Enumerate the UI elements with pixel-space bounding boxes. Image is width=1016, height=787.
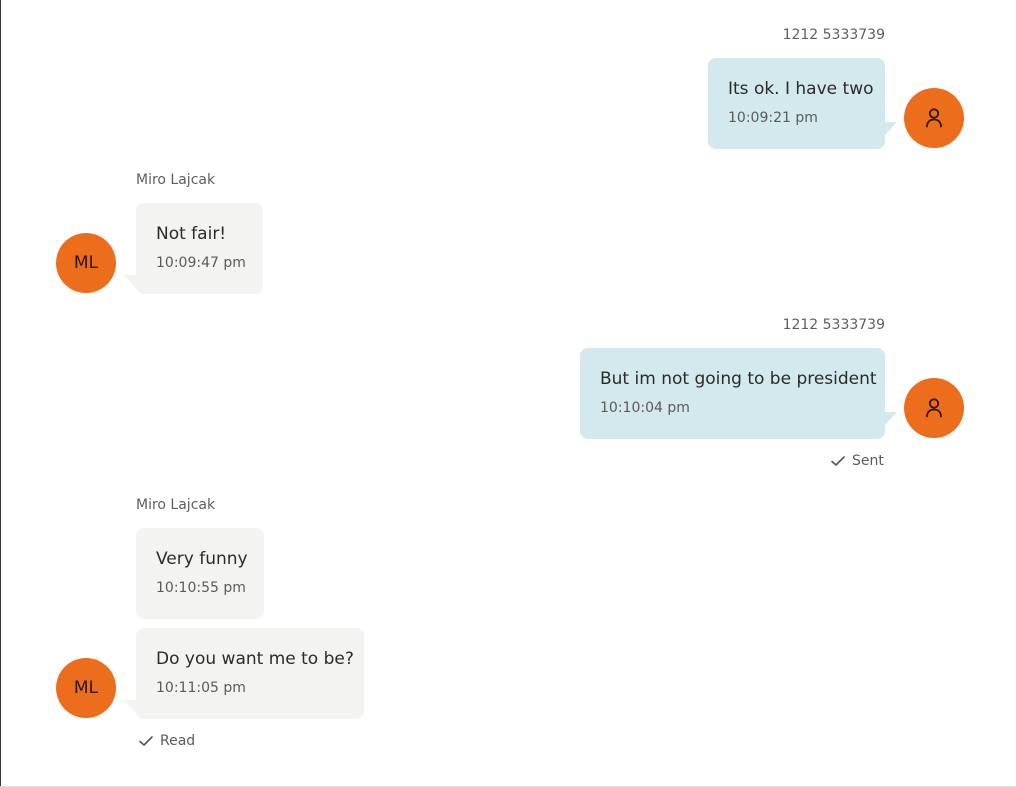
bubble-tail: [124, 700, 136, 713]
message-bubble-outgoing[interactable]: Its ok. I have two 10:09:21 pm: [708, 58, 885, 149]
sender-name: 1212 5333739: [782, 27, 885, 43]
message-bubble-outgoing[interactable]: But im not going to be president 10:10:0…: [580, 348, 885, 439]
user-icon: [926, 108, 942, 128]
bubble-tail: [885, 122, 897, 135]
avatar[interactable]: ML: [56, 658, 116, 718]
avatar[interactable]: [904, 88, 964, 148]
delivery-status: Read: [138, 732, 195, 750]
avatar-initials: ML: [73, 678, 99, 698]
message-timestamp: 10:10:55 pm: [156, 580, 246, 596]
message-text: Not fair!: [156, 224, 227, 244]
checkmark-icon: [831, 456, 845, 466]
chat-thread: 1212 5333739 Its ok. I have two 10:09:21…: [0, 0, 1016, 787]
user-icon: [926, 398, 942, 418]
message-bubble-incoming[interactable]: Very funny 10:10:55 pm: [136, 528, 264, 619]
sender-name: 1212 5333739: [782, 317, 885, 333]
bubble-tail: [124, 275, 136, 288]
message-text: Do you want me to be?: [156, 649, 354, 669]
message-timestamp: 10:09:21 pm: [728, 110, 818, 126]
checkmark-icon: [139, 736, 153, 746]
avatar-initials: ML: [73, 253, 99, 273]
avatar[interactable]: ML: [56, 233, 116, 293]
sender-name: Miro Lajcak: [136, 172, 216, 188]
message-timestamp: 10:10:04 pm: [600, 400, 690, 416]
message-bubble-incoming[interactable]: Not fair! 10:09:47 pm: [136, 203, 263, 294]
bubble-tail: [885, 412, 897, 425]
sender-name: Miro Lajcak: [136, 497, 216, 513]
avatar[interactable]: [904, 378, 964, 438]
delivery-status: Sent: [830, 452, 884, 470]
status-label: Sent: [852, 453, 884, 469]
message-bubble-incoming[interactable]: Do you want me to be? 10:11:05 pm: [136, 628, 364, 719]
status-label: Read: [160, 733, 196, 749]
message-text: Very funny: [156, 549, 248, 569]
message-timestamp: 10:11:05 pm: [156, 680, 246, 696]
message-text: But im not going to be president: [600, 369, 877, 389]
message-timestamp: 10:09:47 pm: [156, 255, 246, 271]
window-edge: [0, 0, 1, 787]
message-text: Its ok. I have two: [728, 79, 874, 99]
